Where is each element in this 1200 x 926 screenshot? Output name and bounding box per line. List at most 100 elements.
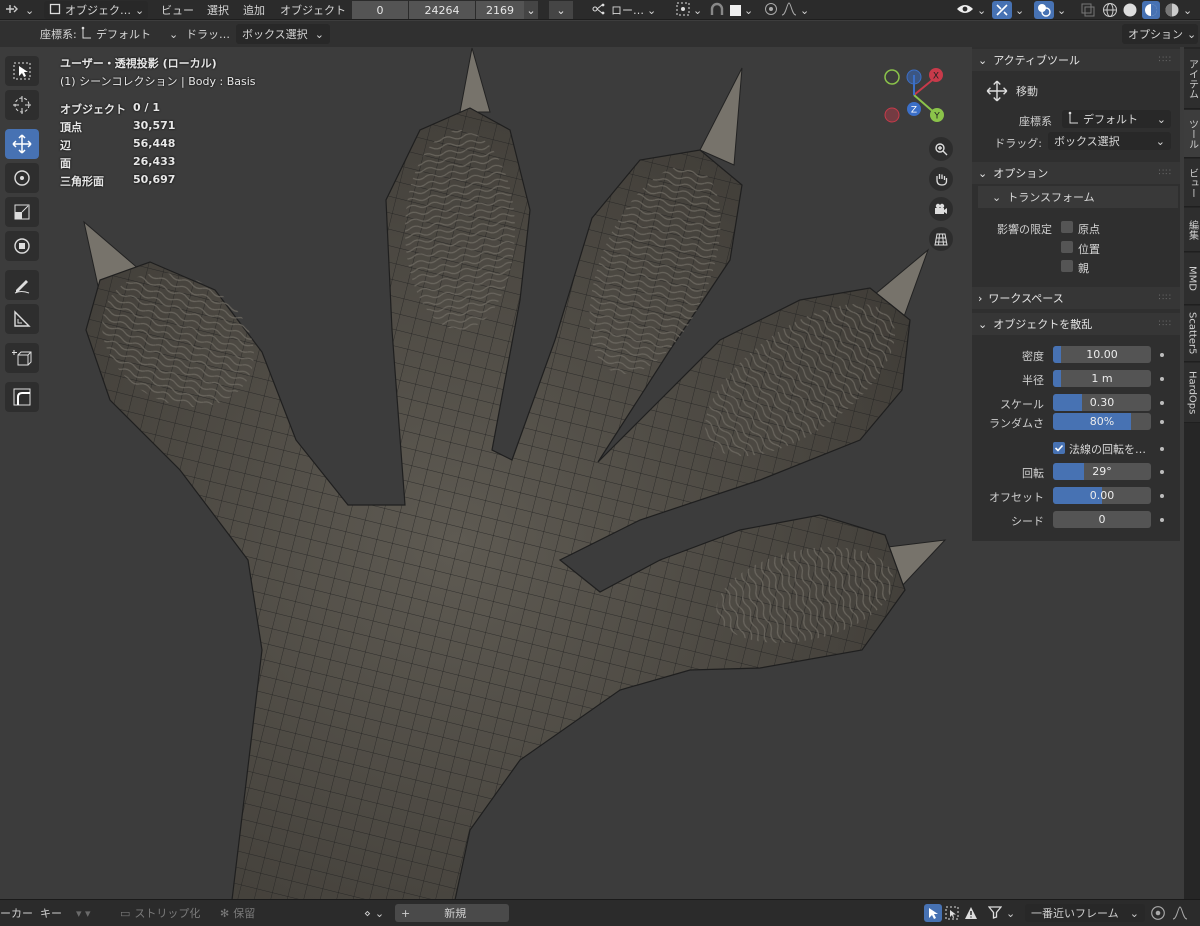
tab-edit[interactable]: 編集 [1184,208,1200,252]
mode-selector[interactable]: オブジェク… ⌄ [44,1,148,19]
menu-view[interactable]: ビュー [161,1,194,19]
drag-grip-icon[interactable]: ∷∷ [1159,55,1172,65]
magnet-icon[interactable] [708,1,726,19]
snap-mode-label: 一番近いフレーム [1031,907,1119,920]
shading-solid-icon[interactable] [1122,1,1138,19]
xray-icon[interactable] [1080,1,1096,19]
affect-parent-checkbox[interactable] [1061,260,1073,272]
select-box-tool[interactable] [5,56,39,86]
normal-rotation-checkbox[interactable] [1053,442,1065,454]
keyframe-dot-icon[interactable] [1160,447,1164,451]
snap-target-button[interactable]: ⌄ [676,1,702,19]
keyframe-dot-icon[interactable] [1160,470,1164,474]
seed-field[interactable]: 0 [1053,511,1151,528]
measure-tool[interactable] [5,304,39,334]
menu-select[interactable]: 選択 [207,1,229,19]
drag-dropdown[interactable]: ボックス選択 ⌄ [1048,132,1171,150]
proportional-edit-button[interactable]: ⌄ [764,1,809,19]
tab-mmd[interactable]: MMD [1184,253,1200,305]
tab-tool[interactable]: ツール [1184,110,1200,158]
grid-icon[interactable] [929,227,953,251]
random-slider[interactable]: 80% [1053,413,1151,430]
hand-pan-icon[interactable] [929,167,953,191]
square-icon [730,4,741,16]
scale-slider[interactable]: 0.30 [1053,394,1151,411]
new-action-button[interactable]: + 新規 [395,904,509,922]
affect-location-checkbox[interactable] [1061,241,1073,253]
tab-item[interactable]: アイテム [1184,49,1200,109]
camera-icon[interactable] [929,197,953,221]
bevel-tool[interactable] [5,382,39,412]
move-tool[interactable] [5,129,39,159]
coord-system-dropdown[interactable]: デフォルト ⌄ [80,24,178,44]
transform-tool[interactable] [5,231,39,261]
drag-grip-icon[interactable]: ∷∷ [1159,319,1172,329]
keyframe-dot-icon[interactable] [1160,494,1164,498]
warning-icon[interactable] [964,904,978,922]
snap-mode-dropdown[interactable]: 一番近いフレーム ⌄ [1025,904,1145,922]
add-cube-tool[interactable] [5,343,39,373]
subsection-transform[interactable]: ⌄ トランスフォーム [978,186,1178,208]
tab-view[interactable]: ビュー [1184,159,1200,207]
keyframe-dot-icon[interactable] [1160,401,1164,405]
chevron-down-icon[interactable]: ⌄ [524,1,538,19]
keyframe-dot-icon[interactable] [1160,420,1164,424]
section-workspace[interactable]: › ワークスペース ∷∷ [972,287,1180,309]
shading-material-icon[interactable] [1142,1,1160,19]
chevron-down-icon[interactable]: ⌄ [1183,1,1192,19]
select-only-icon[interactable] [924,904,942,922]
drag-grip-icon[interactable]: ∷∷ [1159,168,1172,178]
frame-field-2[interactable]: 24264 [409,1,475,19]
section-scatter[interactable]: ⌄ オブジェクトを散乱 ∷∷ [972,313,1180,335]
shading-wireframe-icon[interactable] [1102,1,1118,19]
cursor-tool[interactable] [5,90,39,120]
affect-origin-checkbox[interactable] [1061,221,1073,233]
shading-rendered-icon[interactable] [1164,1,1180,19]
options-dropdown[interactable]: オプション ⌄ [1122,24,1198,44]
overlay-toggle-button[interactable]: ⌄ [1034,1,1066,19]
orientation-icon [80,26,92,43]
gizmo-toggle-button[interactable]: ⌄ [992,1,1024,19]
visibility-button[interactable]: ⌄ [956,1,986,19]
tab-hardops[interactable]: HardOps [1184,363,1200,423]
frame-field-3[interactable]: 2169 [476,1,524,19]
proportional-icon[interactable] [1150,904,1166,922]
rotate-tool[interactable] [5,163,39,193]
keyframe-dot-icon[interactable] [1160,353,1164,357]
keyframe-dot-icon[interactable] [1160,377,1164,381]
snap-element-button[interactable]: ⌄ [730,1,753,19]
navigation-gizmo[interactable]: X Z Y [880,65,950,125]
editor-type-button[interactable]: ⌄ [4,1,34,19]
menu-add[interactable]: 追加 [243,1,265,19]
keyframe-dot-icon[interactable] [1160,518,1164,522]
coord-dropdown[interactable]: デフォルト ⌄ [1062,110,1171,128]
annotate-tool[interactable] [5,270,39,300]
pivot-selector[interactable]: ロー… ⌄ [592,1,656,19]
falloff-icon[interactable] [1172,904,1188,922]
scale-tool[interactable] [5,197,39,227]
radius-slider[interactable]: 1 m [1053,370,1151,387]
section-options[interactable]: ⌄ オプション ∷∷ [972,162,1180,184]
menu-key[interactable]: キー [40,904,62,922]
stat-value: 56,448 [133,137,176,150]
strip-button[interactable]: ▭ ストリップ化 [120,904,200,922]
action-selector[interactable]: ⋄ ⌄ [364,904,384,922]
drag-grip-icon[interactable]: ∷∷ [1159,293,1172,303]
zoom-icon[interactable] [929,137,953,161]
rotation-slider[interactable]: 29° [1053,463,1151,480]
frame-field-1[interactable]: 0 [352,1,408,19]
offset-slider[interactable]: 0.00 [1053,487,1151,504]
filter-down-icon[interactable]: ▾ ▾ [76,904,91,922]
tab-scatter5[interactable]: Scatter5 [1184,306,1200,362]
drag-dropdown[interactable]: ボックス選択 ⌄ [236,24,330,44]
random-label: ランダムさ [989,417,1044,430]
density-slider[interactable]: 10.00 [1053,346,1151,363]
show-hidden-icon[interactable] [945,904,959,922]
section-active-tool[interactable]: ⌄ アクティブツール ∷∷ [972,49,1180,71]
menu-marker[interactable]: ーカー [0,904,33,922]
menu-object[interactable]: オブジェクト [280,1,346,19]
subsection-title: トランスフォーム [1007,191,1095,204]
keep-button[interactable]: ✻ 保留 [220,904,255,922]
filter-button[interactable]: ⌄ [987,904,1015,922]
chevron-down-icon[interactable]: ⌄ [549,1,573,19]
